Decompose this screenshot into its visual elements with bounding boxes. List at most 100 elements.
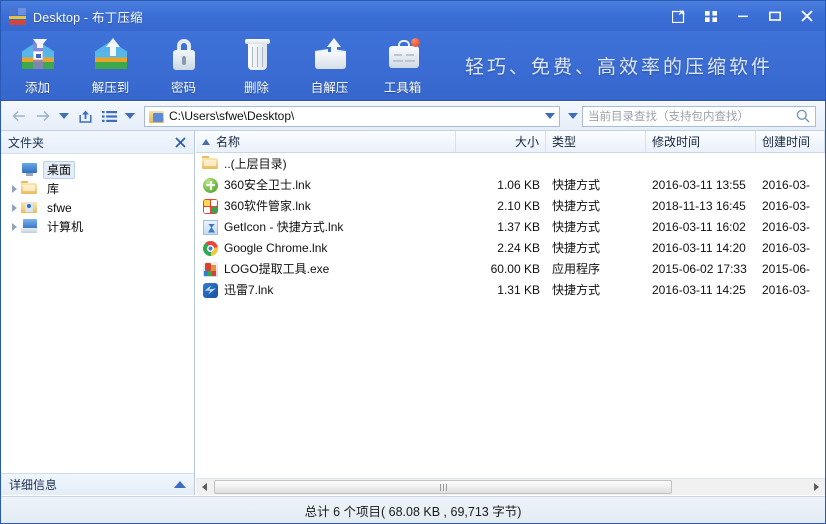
geticon-icon xyxy=(202,219,219,235)
view-mode-button[interactable] xyxy=(97,105,121,127)
horizontal-scrollbar[interactable] xyxy=(196,478,825,495)
cell-name: 360安全卫士.lnk xyxy=(224,178,311,192)
tree-expander[interactable] xyxy=(7,203,21,212)
history-dropdown-button[interactable] xyxy=(55,105,73,127)
forward-button[interactable] xyxy=(31,105,55,127)
close-icon xyxy=(801,10,813,22)
chevron-down-icon[interactable] xyxy=(545,113,555,119)
compose-icon xyxy=(672,9,685,23)
file-rows: ..(上层目录) 360安全卫士.lnk 1.06 KB 快捷方式 2016-0… xyxy=(196,153,825,478)
chevron-down-icon xyxy=(59,113,69,119)
search-icon xyxy=(796,109,810,123)
cell-type: 快捷方式 xyxy=(552,283,601,297)
main-toolbar: 添加 解压到 密码 删除 自解压 工具箱 轻巧、免费、高效率的压缩软件 xyxy=(1,31,825,101)
table-row[interactable]: 迅雷7.lnk 1.31 KB 快捷方式 2016-03-11 14:25 20… xyxy=(196,279,825,300)
close-button[interactable] xyxy=(791,2,823,30)
up-level-button[interactable] xyxy=(73,105,97,127)
cell-size: 1.31 KB xyxy=(497,282,540,297)
toolbar-button-toolbox[interactable]: 工具箱 xyxy=(366,31,439,99)
cell-created: 2016-03- xyxy=(762,282,811,297)
table-row[interactable]: 360软件管家.lnk 2.10 KB 快捷方式 2018-11-13 16:4… xyxy=(196,195,825,216)
tree-item-desktop[interactable]: 桌面 xyxy=(5,160,194,179)
column-header-type[interactable]: 类型 xyxy=(546,131,646,152)
file-list-header: 名称 大小 类型 修改时间 创建时间 xyxy=(196,131,825,153)
address-bar: C:\Users\sfwe\Desktop\ 当前目录查找（支持包内查找） xyxy=(1,102,825,131)
tree-item-sfwe[interactable]: sfwe xyxy=(5,198,194,217)
minimize-icon xyxy=(738,15,748,18)
cell-size: 2.24 KB xyxy=(497,240,540,255)
maximize-button[interactable] xyxy=(759,2,791,30)
column-header-label: 名称 xyxy=(216,135,241,149)
scroll-left-arrow-icon xyxy=(202,483,207,491)
scroll-left-button[interactable] xyxy=(196,479,213,495)
table-row[interactable]: ..(上层目录) xyxy=(196,153,825,174)
search-scope-dropdown-button[interactable] xyxy=(564,105,582,127)
toolbar-button-extract-to[interactable]: 解压到 xyxy=(74,31,147,99)
cell-name: 迅雷7.lnk xyxy=(224,283,274,297)
compose-button[interactable] xyxy=(663,2,695,30)
forward-arrow-icon xyxy=(37,110,50,122)
table-row[interactable]: Google Chrome.lnk 2.24 KB 快捷方式 2016-03-1… xyxy=(196,237,825,258)
details-panel-header[interactable]: 详细信息 xyxy=(1,473,194,495)
minimize-button[interactable] xyxy=(727,2,759,30)
cell-modified: 2018-11-13 16:45 xyxy=(652,198,746,213)
up-arrow-box-icon xyxy=(78,110,92,123)
column-header-size[interactable]: 大小 xyxy=(456,131,546,152)
tree-expander[interactable] xyxy=(7,222,21,231)
scrollbar-track[interactable] xyxy=(213,479,808,495)
cell-modified: 2016-03-11 14:20 xyxy=(652,240,746,255)
sidebar-close-button[interactable] xyxy=(173,135,187,149)
tree-expander[interactable] xyxy=(7,184,21,193)
desktop-icon xyxy=(21,162,38,177)
apps-grid-icon xyxy=(705,11,717,22)
tree-label: 计算机 xyxy=(47,219,84,234)
cell-size: 2.10 KB xyxy=(497,198,540,213)
column-header-created[interactable]: 创建时间 xyxy=(756,131,825,152)
search-input[interactable]: 当前目录查找（支持包内查找） xyxy=(582,105,816,127)
chrome-icon xyxy=(202,240,219,256)
chevron-down-icon xyxy=(125,113,135,119)
trash-icon xyxy=(237,36,277,74)
cell-created: 2016-03- xyxy=(762,240,811,255)
toolbar-button-add[interactable]: 添加 xyxy=(1,31,74,99)
cell-modified: 2016-03-11 13:55 xyxy=(652,177,746,192)
details-label: 详细信息 xyxy=(9,478,58,492)
cell-size: 1.37 KB xyxy=(497,219,540,234)
chevron-up-icon[interactable] xyxy=(174,481,186,488)
folders-sidebar: 文件夹 桌面 库 sfwe 计算机 详细信息 xyxy=(1,131,195,495)
scrollbar-thumb[interactable] xyxy=(214,480,673,494)
column-header-label: 创建时间 xyxy=(762,135,811,149)
toolbar-button-delete[interactable]: 删除 xyxy=(220,31,293,99)
tree-item-computer[interactable]: 计算机 xyxy=(5,217,194,236)
add-archive-icon xyxy=(18,36,58,74)
cell-created: 2015-06- xyxy=(762,261,811,276)
column-header-modified[interactable]: 修改时间 xyxy=(646,131,756,152)
cell-name: GetIcon - 快捷方式.lnk xyxy=(224,220,344,234)
logo-tool-icon xyxy=(202,261,219,277)
cell-size: 1.06 KB xyxy=(497,177,540,192)
table-row[interactable]: 360安全卫士.lnk 1.06 KB 快捷方式 2016-03-11 13:5… xyxy=(196,174,825,195)
file-list-pane: 名称 大小 类型 修改时间 创建时间 ..(上层目录) 360安全卫士.lnk … xyxy=(196,131,825,495)
column-header-label: 类型 xyxy=(552,135,577,149)
tree-item-library[interactable]: 库 xyxy=(5,179,194,198)
table-row[interactable]: GetIcon - 快捷方式.lnk 1.37 KB 快捷方式 2016-03-… xyxy=(196,216,825,237)
status-text: 总计 6 个项目( 68.08 KB , 69,713 字节) xyxy=(304,504,522,519)
tree-label: 桌面 xyxy=(43,160,76,179)
toolbar-label-password: 密码 xyxy=(170,81,196,95)
back-button[interactable] xyxy=(7,105,31,127)
chevron-down-icon xyxy=(568,113,578,119)
toolbar-button-self-extract[interactable]: 自解压 xyxy=(293,31,366,99)
toolbar-button-password[interactable]: 密码 xyxy=(147,31,220,99)
table-row[interactable]: LOGO提取工具.exe 60.00 KB 应用程序 2015-06-02 17… xyxy=(196,258,825,279)
apps-grid-button[interactable] xyxy=(695,2,727,30)
window-title: Desktop - 布丁压缩 xyxy=(33,10,143,25)
scroll-right-button[interactable] xyxy=(808,479,825,495)
path-input[interactable]: C:\Users\sfwe\Desktop\ xyxy=(144,105,560,127)
thunder-icon xyxy=(202,282,219,298)
column-header-name[interactable]: 名称 xyxy=(196,131,456,152)
360-software-icon xyxy=(202,198,219,214)
view-mode-dropdown-button[interactable] xyxy=(121,105,139,127)
toolbar-label-extract-to: 解压到 xyxy=(91,81,130,95)
cell-name: Google Chrome.lnk xyxy=(224,240,328,255)
cell-type: 快捷方式 xyxy=(552,178,601,192)
